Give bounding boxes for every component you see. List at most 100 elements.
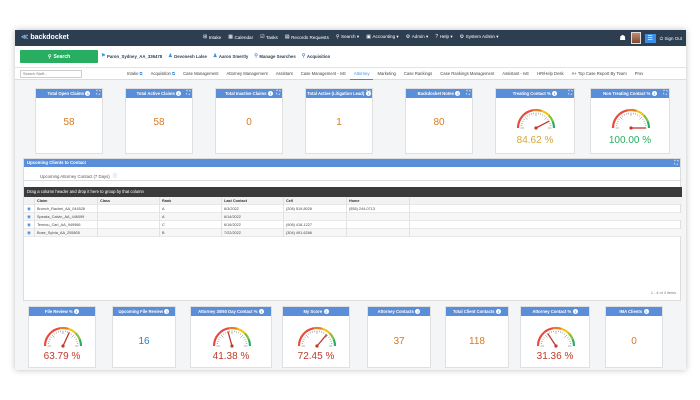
tab-case-management[interactable]: Case Management <box>179 68 222 80</box>
widget-value[interactable]: 80 <box>406 117 472 128</box>
recent-item[interactable]: ♟ Devonesh Lalse <box>168 53 207 59</box>
subtab-attorney-contact[interactable]: Upcoming Attorney Contact (7 Days) ⓘ <box>40 171 117 181</box>
column-header[interactable] <box>410 197 682 205</box>
table-cell[interactable]: Brunch_Rachel_AA_044528 <box>35 204 98 213</box>
topnav-item-search[interactable]: ⚲ Search ▾ <box>336 34 359 40</box>
topnav-item-tasks[interactable]: ☑ Tasks <box>260 34 278 40</box>
widget-header: Attorney Contact % i <box>521 307 589 316</box>
column-header[interactable]: Rank <box>160 196 222 205</box>
column-header[interactable]: Cell <box>284 196 347 205</box>
recent-item[interactable]: ⚲ Manage Searches <box>254 53 295 59</box>
info-icon[interactable]: i <box>176 91 182 96</box>
eye-icon[interactable]: ◉ <box>24 204 35 213</box>
eye-icon[interactable]: ◉ <box>24 228 35 237</box>
notifications-icon[interactable]: ☗ <box>619 34 627 42</box>
external-link-icon[interactable]: ⧉ <box>139 68 142 80</box>
eye-icon[interactable]: ◉ <box>24 212 35 221</box>
info-icon[interactable]: i <box>74 309 80 314</box>
info-icon[interactable]: i <box>496 309 502 314</box>
expand-icon[interactable]: ⛶ <box>674 159 678 167</box>
tab-case-management-ive[interactable]: Case Management - IvE <box>297 68 350 80</box>
widget-value[interactable]: 58 <box>36 117 102 128</box>
expand-icon[interactable]: ⛶ <box>366 90 370 96</box>
info-icon[interactable]: i <box>267 91 273 96</box>
tab-marketing[interactable]: Marketing <box>373 68 399 80</box>
tab-prov[interactable]: Prov <box>631 68 648 80</box>
topnav-item-records-requests[interactable]: ▤ Records Requests <box>285 34 329 40</box>
table-row[interactable]: ◉ Bose_Sylvia_AA_255805 B 7/22/2022 (304) 49… <box>24 228 682 237</box>
table-cell[interactable]: Speaks_Calvin_AA_446099 <box>35 212 98 221</box>
recent-item[interactable]: ⚑ Paron_Sydney_AA_336478 <box>101 53 162 59</box>
widget-value[interactable]: 118 <box>446 336 508 347</box>
signout-link[interactable]: ⏻ Sign Out <box>660 36 682 41</box>
tab-attorney[interactable]: Attorney <box>349 68 374 80</box>
avatar[interactable] <box>630 32 641 44</box>
tab-label: Acquisition <box>150 71 171 76</box>
recent-item[interactable]: ⚲ Acquisition <box>302 53 331 59</box>
info-icon[interactable]: i <box>415 309 421 314</box>
client-icon: ⚑ <box>101 53 106 59</box>
tab-hr-help-desk[interactable]: HR/Help Desk <box>533 68 568 80</box>
search-button[interactable]: ⚲ Search <box>20 50 98 63</box>
expand-icon[interactable]: ⛶ <box>96 90 100 96</box>
expand-icon[interactable]: ⛶ <box>466 90 470 96</box>
widget-value[interactable]: 0 <box>606 336 662 347</box>
table-cell[interactable]: Bose_Sylvia_AA_255805 <box>35 228 98 237</box>
eye-icon[interactable]: ◉ <box>24 220 35 229</box>
widget-title: Total Client Contacts <box>452 309 495 314</box>
info-icon[interactable]: ⓘ <box>113 173 118 179</box>
column-header[interactable]: Last Contact <box>222 196 284 205</box>
info-icon[interactable]: i <box>572 309 578 314</box>
menu-icon[interactable]: ☰ <box>644 33 656 43</box>
widget-value[interactable]: 1 <box>306 117 372 128</box>
tab-intake[interactable]: Intake ⧉ <box>123 68 147 80</box>
widget-value[interactable]: 0 <box>216 117 282 128</box>
info-icon[interactable]: i <box>323 309 329 314</box>
widget-value[interactable]: 37 <box>368 336 430 347</box>
tab-a-top-case-report-by-team[interactable]: A+ Top Case Report By Team <box>568 68 631 80</box>
expand-icon[interactable]: ⛶ <box>276 90 280 96</box>
topnav-item-help[interactable]: ? Help ▾ <box>435 34 452 40</box>
topnav-item-accounting[interactable]: ▣ Accounting ▾ <box>366 34 399 40</box>
topnav-item-system-admin[interactable]: ⚙ System Admin ▾ <box>460 34 499 40</box>
grid-header-blank <box>24 196 35 205</box>
app-logo[interactable]: ≪ backdocket <box>21 33 69 42</box>
info-icon[interactable]: i <box>651 91 657 96</box>
recent-item[interactable]: ♟ Aaron Smertly <box>213 53 248 59</box>
group-by-bar[interactable]: Drag a column header and drop it here to… <box>24 187 682 197</box>
staff-search-input[interactable] <box>20 70 82 78</box>
info-icon[interactable]: i <box>455 91 461 96</box>
table-cell[interactable]: Tennou_Carl_AA_949966 <box>35 220 98 229</box>
info-icon[interactable]: i <box>643 309 649 314</box>
column-header[interactable]: Claim <box>35 196 98 205</box>
expand-icon[interactable]: ⛶ <box>568 90 572 96</box>
widget-value[interactable]: 16 <box>113 336 175 347</box>
widget-title: IMA Clients <box>619 309 643 314</box>
recent-item-label: Devonesh Lalse <box>174 53 207 59</box>
table-cell: 6/16/2022 <box>222 220 284 229</box>
table-cell <box>410 205 682 213</box>
expand-icon[interactable]: ⛶ <box>186 90 190 96</box>
topnav-item-admin[interactable]: ⚙ Admin ▾ <box>406 34 429 40</box>
widget-value[interactable]: 58 <box>126 117 192 128</box>
expand-icon[interactable]: ⛶ <box>663 90 667 96</box>
info-icon[interactable]: i <box>164 309 170 314</box>
system-admin-icon: ⚙ <box>459 34 465 40</box>
topnav-item-calendar[interactable]: ▦ Calendar <box>228 34 253 40</box>
info-icon[interactable]: i <box>258 309 264 314</box>
info-icon[interactable]: i <box>85 91 91 96</box>
gauge-value: 72.45 % <box>297 351 335 362</box>
tab-assistant[interactable]: Assistant <box>272 68 297 80</box>
search-icon: ⚲ <box>335 34 340 40</box>
info-icon[interactable]: i <box>552 91 558 96</box>
tab-case-rankings[interactable]: Case Rankings <box>400 68 436 80</box>
topnav-item-intake[interactable]: ⊞ Intake <box>203 34 221 40</box>
tab-assistant-ive[interactable]: Assistant - IvE <box>498 68 533 80</box>
external-link-icon[interactable]: ⧉ <box>172 68 175 80</box>
table-cell <box>410 221 682 229</box>
tab-attorney-management[interactable]: Attorney Management <box>223 68 272 80</box>
tab-case-rankings-management[interactable]: Case Rankings Management <box>436 68 498 80</box>
column-header[interactable]: Class <box>98 196 160 205</box>
column-header[interactable]: Home <box>347 196 410 205</box>
tab-acquisition[interactable]: Acquisition ⧉ <box>147 68 179 80</box>
